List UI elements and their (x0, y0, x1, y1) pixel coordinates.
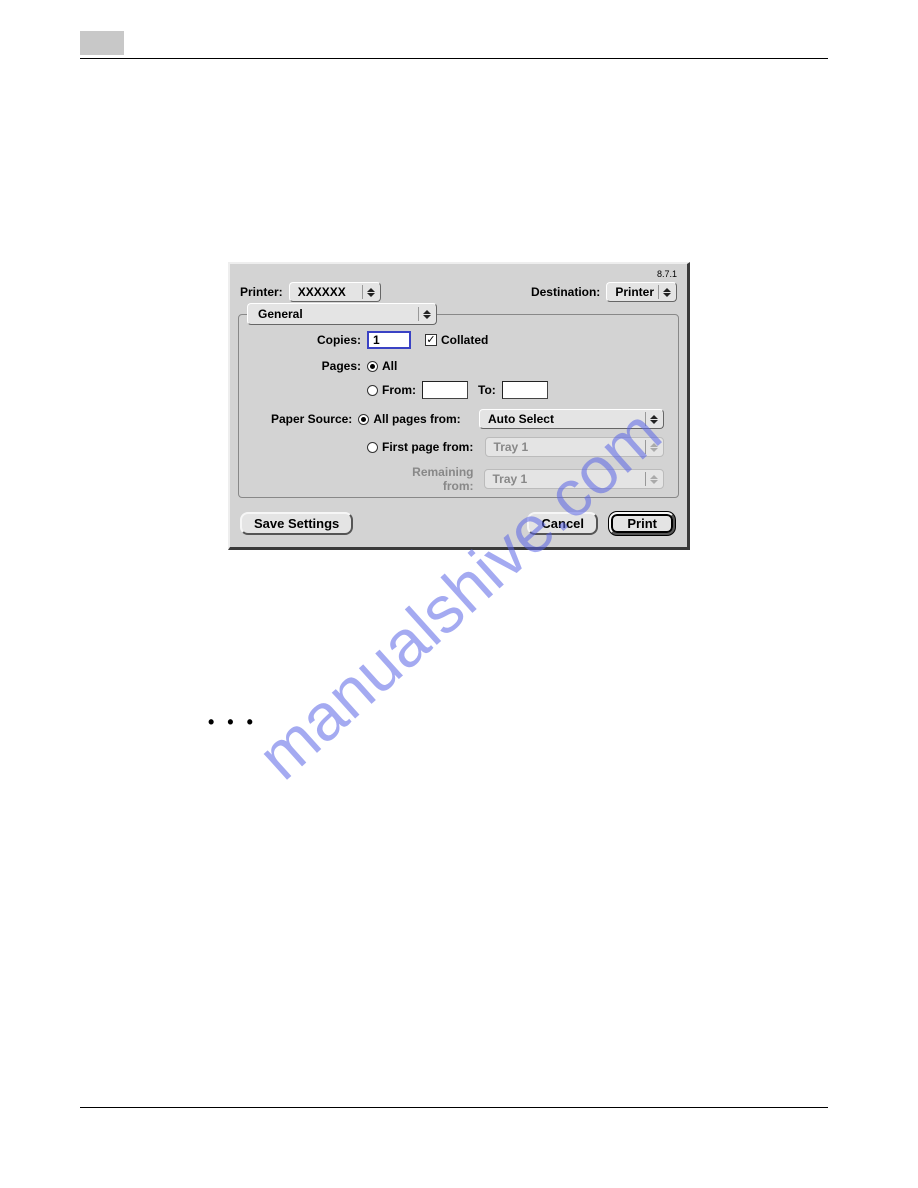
printer-label: Printer: (240, 285, 283, 299)
updown-icon (658, 285, 672, 299)
pages-to-label: To: (478, 383, 496, 397)
all-pages-from-label: All pages from: (373, 412, 469, 426)
print-button[interactable]: Print (609, 512, 675, 535)
remaining-from-select: Tray 1 (484, 469, 664, 489)
panel-value: General (258, 307, 303, 321)
copies-label: Copies: (253, 333, 361, 347)
header-tab (80, 31, 124, 55)
pages-label: Pages: (253, 359, 361, 373)
footer-rule (80, 1107, 828, 1108)
checkmark-icon: ✓ (426, 335, 435, 346)
first-page-from-label: First page from: (382, 440, 475, 454)
destination-label: Destination: (531, 285, 600, 299)
all-pages-from-value: Auto Select (488, 412, 554, 426)
panel-select[interactable]: General (247, 303, 437, 325)
remaining-from-label: Remaining from: (380, 465, 473, 493)
pages-from-label: From: (382, 383, 416, 397)
ellipsis: • • • (208, 712, 257, 733)
updown-icon (645, 440, 659, 454)
destination-value: Printer (615, 285, 654, 299)
pages-from-input[interactable] (422, 381, 468, 399)
copies-input[interactable]: 1 (367, 331, 411, 349)
printer-value: XXXXXX (298, 285, 346, 299)
collated-checkbox[interactable]: ✓ (425, 334, 437, 346)
header-rule (80, 58, 828, 59)
destination-select[interactable]: Printer (606, 282, 677, 302)
print-dialog: 8.7.1 Printer: XXXXXX Destination: Print… (228, 262, 690, 550)
updown-icon (362, 285, 376, 299)
all-pages-from-select[interactable]: Auto Select (479, 409, 664, 429)
first-page-from-value: Tray 1 (494, 440, 529, 454)
printer-select[interactable]: XXXXXX (289, 282, 381, 302)
first-page-from-select: Tray 1 (485, 437, 664, 457)
updown-icon (645, 472, 659, 486)
version-label: 8.7.1 (657, 269, 677, 279)
all-pages-from-radio[interactable] (358, 414, 369, 425)
save-settings-button[interactable]: Save Settings (240, 512, 353, 535)
general-panel: General Copies: 1 ✓ Collated Pages: All … (238, 314, 679, 498)
page-header (80, 30, 828, 56)
pages-from-radio[interactable] (367, 385, 378, 396)
collated-label: Collated (441, 333, 488, 347)
paper-source-label: Paper Source: (253, 412, 352, 426)
pages-all-radio[interactable] (367, 361, 378, 372)
first-page-from-radio[interactable] (367, 442, 378, 453)
remaining-from-value: Tray 1 (493, 472, 528, 486)
updown-icon (645, 412, 659, 426)
pages-all-label: All (382, 359, 397, 373)
updown-icon (418, 307, 432, 321)
pages-to-input[interactable] (502, 381, 548, 399)
cancel-button[interactable]: Cancel (527, 512, 598, 535)
